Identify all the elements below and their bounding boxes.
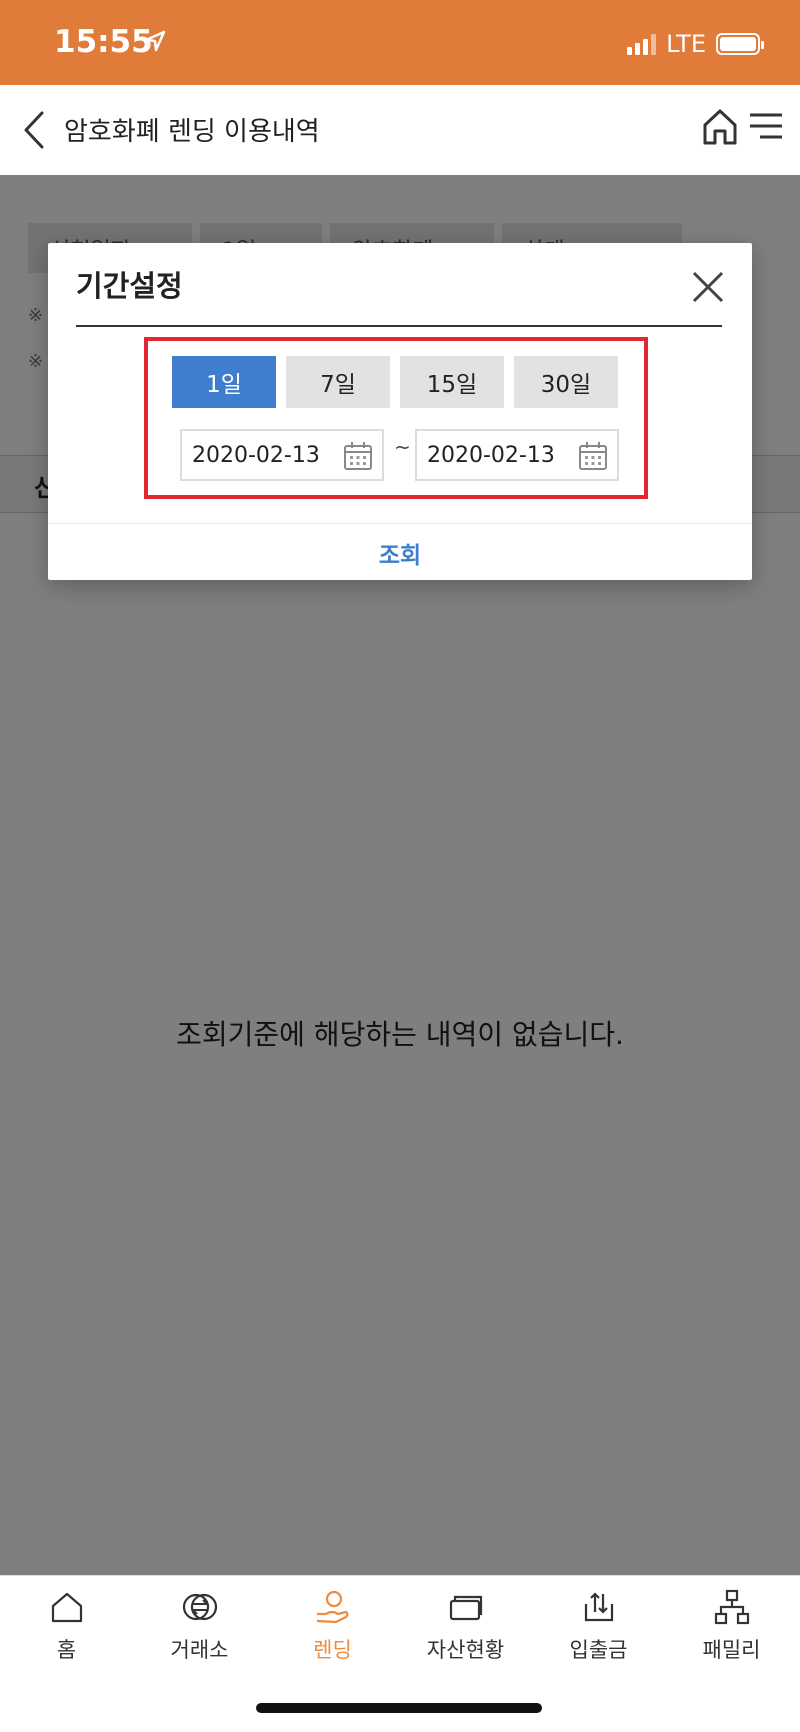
period-30-day-button[interactable]: 30일 (514, 356, 618, 408)
period-settings-modal: 기간설정 1일 7일 15일 30일 2020-02-13 ~ 2020-02-… (48, 243, 752, 580)
search-button[interactable]: 조회 (48, 524, 752, 581)
tab-exchange[interactable]: 거래소 (133, 1588, 266, 1664)
status-bar: 15:55 LTE (0, 0, 800, 85)
end-date-value: 2020-02-13 (427, 443, 555, 468)
tab-label: 거래소 (170, 1638, 229, 1662)
family-icon (714, 1589, 749, 1625)
back-icon[interactable] (16, 105, 56, 155)
start-date-field[interactable]: 2020-02-13 (180, 429, 384, 481)
home-indicator[interactable] (256, 1703, 542, 1713)
wallet-icon (449, 1595, 482, 1621)
tab-lending[interactable]: 렌딩 (266, 1588, 399, 1664)
deposit-icon (584, 1592, 613, 1622)
app-header: 암호화폐 렌딩 이용내역 (0, 85, 800, 175)
network-label: LTE (666, 30, 706, 58)
modal-title: 기간설정 (76, 269, 183, 303)
period-1-day-button[interactable]: 1일 (172, 356, 276, 408)
end-date-field[interactable]: 2020-02-13 (415, 429, 619, 481)
tab-deposit[interactable]: 입출금 (532, 1588, 665, 1664)
home-icon[interactable] (700, 105, 740, 149)
exchange-icon (182, 1593, 217, 1621)
period-7-day-button[interactable]: 7일 (286, 356, 390, 408)
period-buttons: 1일 7일 15일 30일 (172, 356, 618, 408)
start-date-value: 2020-02-13 (192, 443, 320, 468)
modal-divider (76, 325, 722, 327)
tab-label: 입출금 (569, 1638, 628, 1662)
lending-icon (316, 1590, 349, 1624)
calendar-icon[interactable] (342, 440, 374, 472)
status-time: 15:55 (54, 24, 153, 60)
location-arrow-icon (144, 30, 166, 52)
close-icon[interactable] (688, 267, 728, 307)
period-15-day-button[interactable]: 15일 (400, 356, 504, 408)
status-indicators: LTE (627, 30, 764, 58)
page-title: 암호화폐 렌딩 이용내역 (64, 117, 320, 147)
tab-family[interactable]: 패밀리 (665, 1588, 798, 1664)
signal-icon (627, 33, 657, 55)
tab-label: 패밀리 (702, 1638, 761, 1662)
date-separator: ~ (394, 435, 411, 459)
home-icon (51, 1592, 82, 1623)
tab-assets[interactable]: 자산현황 (399, 1588, 532, 1664)
modal-footer: 조회 (48, 523, 752, 581)
tab-label: 자산현황 (426, 1638, 505, 1662)
calendar-icon[interactable] (577, 440, 609, 472)
menu-icon[interactable] (748, 109, 784, 145)
battery-icon (716, 33, 764, 55)
tab-label: 렌딩 (313, 1638, 352, 1662)
tab-label: 홈 (56, 1638, 77, 1662)
tab-home[interactable]: 홈 (0, 1588, 133, 1664)
